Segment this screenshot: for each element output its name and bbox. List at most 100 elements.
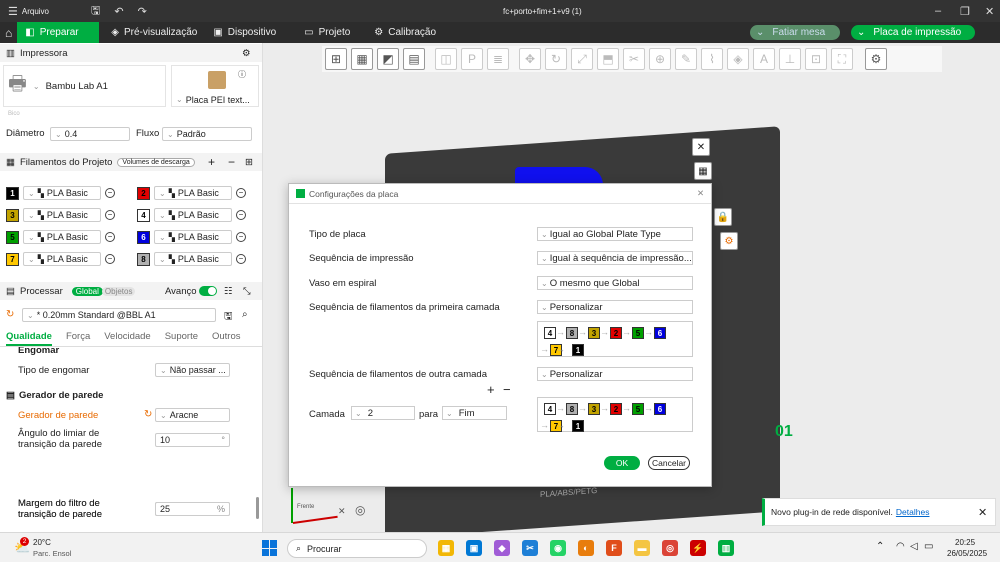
filament-slot[interactable]: 6 ⌄ ▚ PLA Basic − <box>137 230 246 244</box>
tab-strength[interactable]: Força <box>66 331 90 346</box>
arrange-plate-icon[interactable]: ▦ <box>694 162 712 180</box>
diameter-select[interactable]: ⌄ 0.4 <box>50 127 130 141</box>
filament-type-select[interactable]: ⌄ ▚ PLA Basic <box>23 208 101 222</box>
support-paint-icon[interactable]: ✎ <box>675 48 697 70</box>
store-icon[interactable]: ▣ <box>466 540 482 556</box>
add-cube-icon[interactable]: ⊞ <box>325 48 347 70</box>
blender-icon[interactable]: ◐ <box>578 540 594 556</box>
filament-sequence-chip[interactable]: 1 <box>572 344 584 356</box>
process-profile-select[interactable]: ⌄ * 0.20mm Standard @BBL A1 <box>22 308 216 322</box>
scrollbar[interactable] <box>256 497 259 519</box>
close-icon[interactable]: ✕ <box>978 506 987 519</box>
filament-sequence-chip[interactable]: 4 <box>544 403 556 415</box>
compare-icon[interactable]: ⤡ <box>243 286 251 297</box>
remove-filament-icon[interactable]: − <box>236 210 246 220</box>
reset-icon[interactable]: ↻ <box>144 409 152 420</box>
office-icon[interactable]: F <box>606 540 622 556</box>
tab-preview[interactable]: ◈ Pré-visualização <box>103 22 205 43</box>
objects-toggle[interactable]: Objetos <box>101 286 136 296</box>
remove-filament-icon[interactable]: − <box>105 188 115 198</box>
bambu-studio-icon[interactable]: ▥ <box>718 540 734 556</box>
ok-button[interactable]: OK <box>604 456 640 470</box>
remove-filament-icon[interactable]: − <box>105 210 115 220</box>
filament-slot[interactable]: 5 ⌄ ▚ PLA Basic − <box>6 230 115 244</box>
color-paint-icon[interactable]: ◈ <box>727 48 749 70</box>
tab-project[interactable]: ▭ Projeto <box>296 22 358 43</box>
clock-date[interactable]: 26/05/2025 <box>947 549 987 558</box>
filament-color-swatch[interactable]: 2 <box>137 186 150 200</box>
flow-select[interactable]: ⌄ Padrão <box>162 127 252 141</box>
advanced-switch[interactable] <box>199 286 217 296</box>
settings-icon[interactable]: ⚙ <box>242 48 251 59</box>
other-layer-sequence-select[interactable]: ⌄ Personalizar <box>537 367 693 381</box>
split-objects-icon[interactable]: ◫ <box>435 48 457 70</box>
filament-color-swatch[interactable]: 7 <box>6 252 19 266</box>
remove-filament-icon[interactable]: − <box>236 232 246 242</box>
move-icon[interactable]: ✥ <box>519 48 541 70</box>
filament-color-swatch[interactable]: 6 <box>137 230 150 244</box>
filament-color-swatch[interactable]: 5 <box>6 230 19 244</box>
ironing-type-select[interactable]: ⌄ Não passar ... <box>155 363 230 377</box>
layers-icon[interactable]: ≣ <box>487 48 509 70</box>
remove-icon[interactable]: − <box>228 155 235 169</box>
filament-sequence-chip[interactable]: 5 <box>632 403 644 415</box>
filament-slot[interactable]: 1 ⌄ ▚ PLA Basic − <box>6 186 115 200</box>
close-icon[interactable]: ✕ <box>985 5 994 18</box>
plate-card[interactable]: ⓘ ⌄ Placa PEI text... <box>171 65 259 107</box>
filament-sequence-chip[interactable]: 8 <box>566 327 578 339</box>
orient-icon[interactable]: ◩ <box>377 48 399 70</box>
file-menu[interactable]: Arquivo <box>22 7 49 16</box>
filament-sequence-chip[interactable]: 3 <box>588 403 600 415</box>
copilot-icon[interactable]: ◆ <box>494 540 510 556</box>
tray-chevron-icon[interactable]: ⌃ <box>876 541 884 552</box>
transition-angle-input[interactable]: 10 ° <box>155 433 230 447</box>
save-icon[interactable]: 🖫 <box>91 2 100 21</box>
minimize-icon[interactable]: – <box>935 5 941 17</box>
filament-sequence-chip[interactable]: 2 <box>610 403 622 415</box>
tab-prepare[interactable]: ◧ Preparar <box>17 22 100 43</box>
remove-filament-icon[interactable]: − <box>236 254 246 264</box>
details-link[interactable]: Detalhes <box>896 507 930 517</box>
scale-icon[interactable]: ⤢ <box>571 48 593 70</box>
maximize-icon[interactable]: ❐ <box>960 5 970 18</box>
filament-color-swatch[interactable]: 1 <box>6 186 19 200</box>
filament-sequence-chip[interactable]: 8 <box>566 403 578 415</box>
edit-icon[interactable]: ⊞ <box>245 157 253 168</box>
print-plate-button[interactable]: ⌄ Placa de impressão <box>851 25 975 40</box>
delete-plate-icon[interactable]: ✕ <box>692 138 710 156</box>
tab-calibration[interactable]: ⚙ Calibração <box>366 22 444 43</box>
filament-type-select[interactable]: ⌄ ▚ PLA Basic <box>23 252 101 266</box>
layer-from-select[interactable]: ⌄ 2 <box>351 406 415 420</box>
filament-slot[interactable]: 4 ⌄ ▚ PLA Basic − <box>137 208 246 222</box>
filament-type-select[interactable]: ⌄ ▚ PLA Basic <box>154 186 232 200</box>
assemble-icon[interactable]: ⊡ <box>805 48 827 70</box>
filament-slot[interactable]: 3 ⌄ ▚ PLA Basic − <box>6 208 115 222</box>
other-layer-sequence-box[interactable]: 4 → 8 → 3 → 2 → 5 → 6 → 7 → 1 <box>537 397 693 432</box>
widgets-icon[interactable]: ▦ <box>438 540 454 556</box>
spiral-vase-select[interactable]: ⌄ O mesmo que Global <box>537 276 693 290</box>
remove-filament-icon[interactable]: − <box>105 232 115 242</box>
seam-paint-icon[interactable]: ⌇ <box>701 48 723 70</box>
plate-layout-icon[interactable]: ▤ <box>403 48 425 70</box>
volume-icon[interactable]: ◁ <box>910 541 918 552</box>
hamburger-icon[interactable]: ☰ <box>8 5 18 18</box>
filament-color-swatch[interactable]: 3 <box>6 208 19 222</box>
global-toggle[interactable]: Global <box>71 286 103 296</box>
tab-support[interactable]: Suporte <box>165 331 198 346</box>
printer-card[interactable]: 🖶 ⌄ Bambu Lab A1 <box>3 65 166 107</box>
lock-plate-icon[interactable]: 🔒 <box>714 208 732 226</box>
search-icon[interactable]: ⌕ <box>242 309 248 320</box>
filament-type-select[interactable]: ⌄ ▚ PLA Basic <box>23 186 101 200</box>
tab-others[interactable]: Outros <box>212 331 241 346</box>
filament-color-swatch[interactable]: 8 <box>137 252 150 266</box>
save-profile-icon[interactable]: 🖫 <box>224 309 233 326</box>
camera-target-icon[interactable]: ◎ <box>355 503 365 517</box>
tab-quality[interactable]: Qualidade <box>6 331 52 346</box>
plate-type-select[interactable]: ⌄ Igual ao Global Plate Type <box>537 227 693 241</box>
remove-filament-icon[interactable]: − <box>236 188 246 198</box>
home-button[interactable]: ⌂ <box>0 22 17 43</box>
cancel-button[interactable]: Cancelar <box>648 456 690 470</box>
filament-sequence-chip[interactable]: 2 <box>610 327 622 339</box>
info-icon[interactable]: ⓘ <box>238 69 246 80</box>
file-explorer-icon[interactable]: ▬ <box>634 540 650 556</box>
